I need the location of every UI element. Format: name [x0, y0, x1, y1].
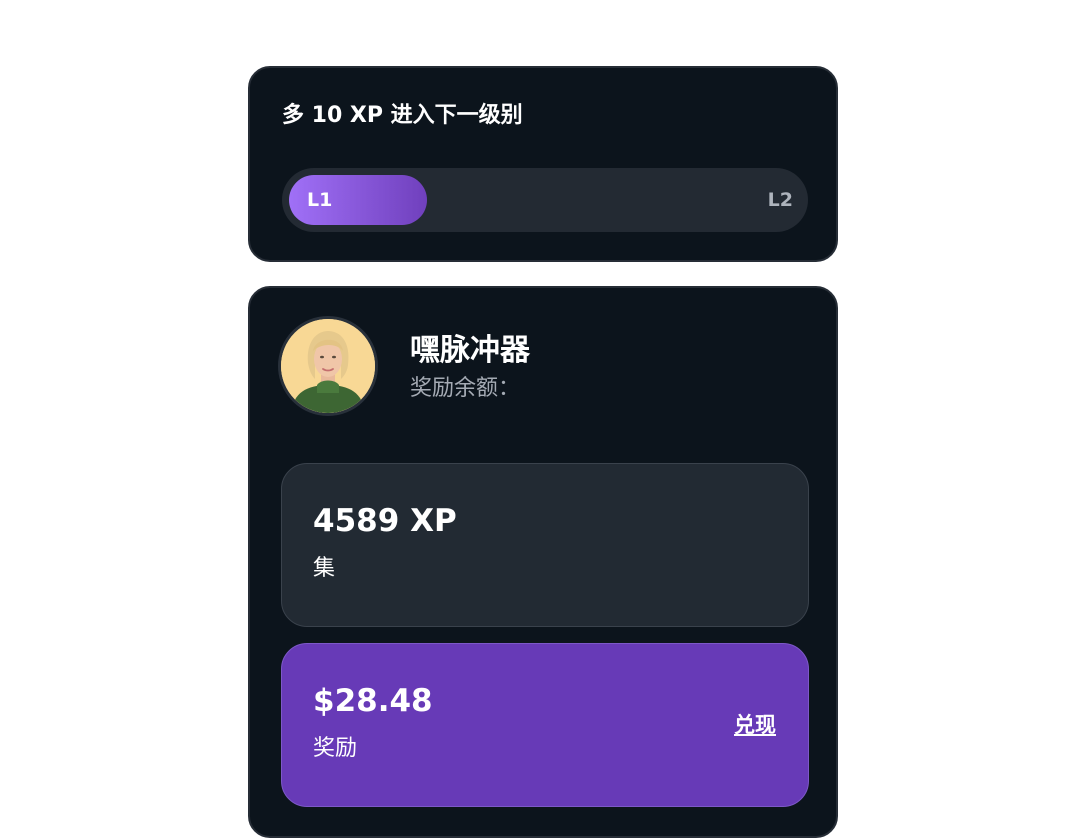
- current-level-label: L1: [307, 189, 333, 211]
- xp-caption: 集: [313, 556, 336, 581]
- next-level-label: L2: [767, 189, 793, 211]
- avatar: [278, 316, 378, 416]
- reward-value: $28.48: [313, 683, 433, 719]
- level-progress-fill: L1: [289, 175, 427, 225]
- next-level-text: 多 10 XP 进入下一级别: [282, 103, 523, 128]
- xp-stat-box: 4589 XP 集: [281, 463, 809, 627]
- redeem-link[interactable]: 兑现: [734, 711, 776, 739]
- reward-balance-label: 奖励余额：: [410, 376, 521, 401]
- level-progress-bar: L1 L2: [282, 168, 808, 232]
- xp-value: 4589 XP: [313, 503, 457, 539]
- user-name: 嘿脉冲器: [410, 333, 530, 368]
- reward-stat-box: $28.48 奖励 兑现: [281, 643, 809, 807]
- rewards-profile-card: 嘿脉冲器 奖励余额： 4589 XP 集 $28.48 奖励 兑现: [248, 286, 838, 838]
- level-progress-card: 多 10 XP 进入下一级别 L1 L2: [248, 66, 838, 262]
- reward-caption: 奖励: [313, 736, 358, 761]
